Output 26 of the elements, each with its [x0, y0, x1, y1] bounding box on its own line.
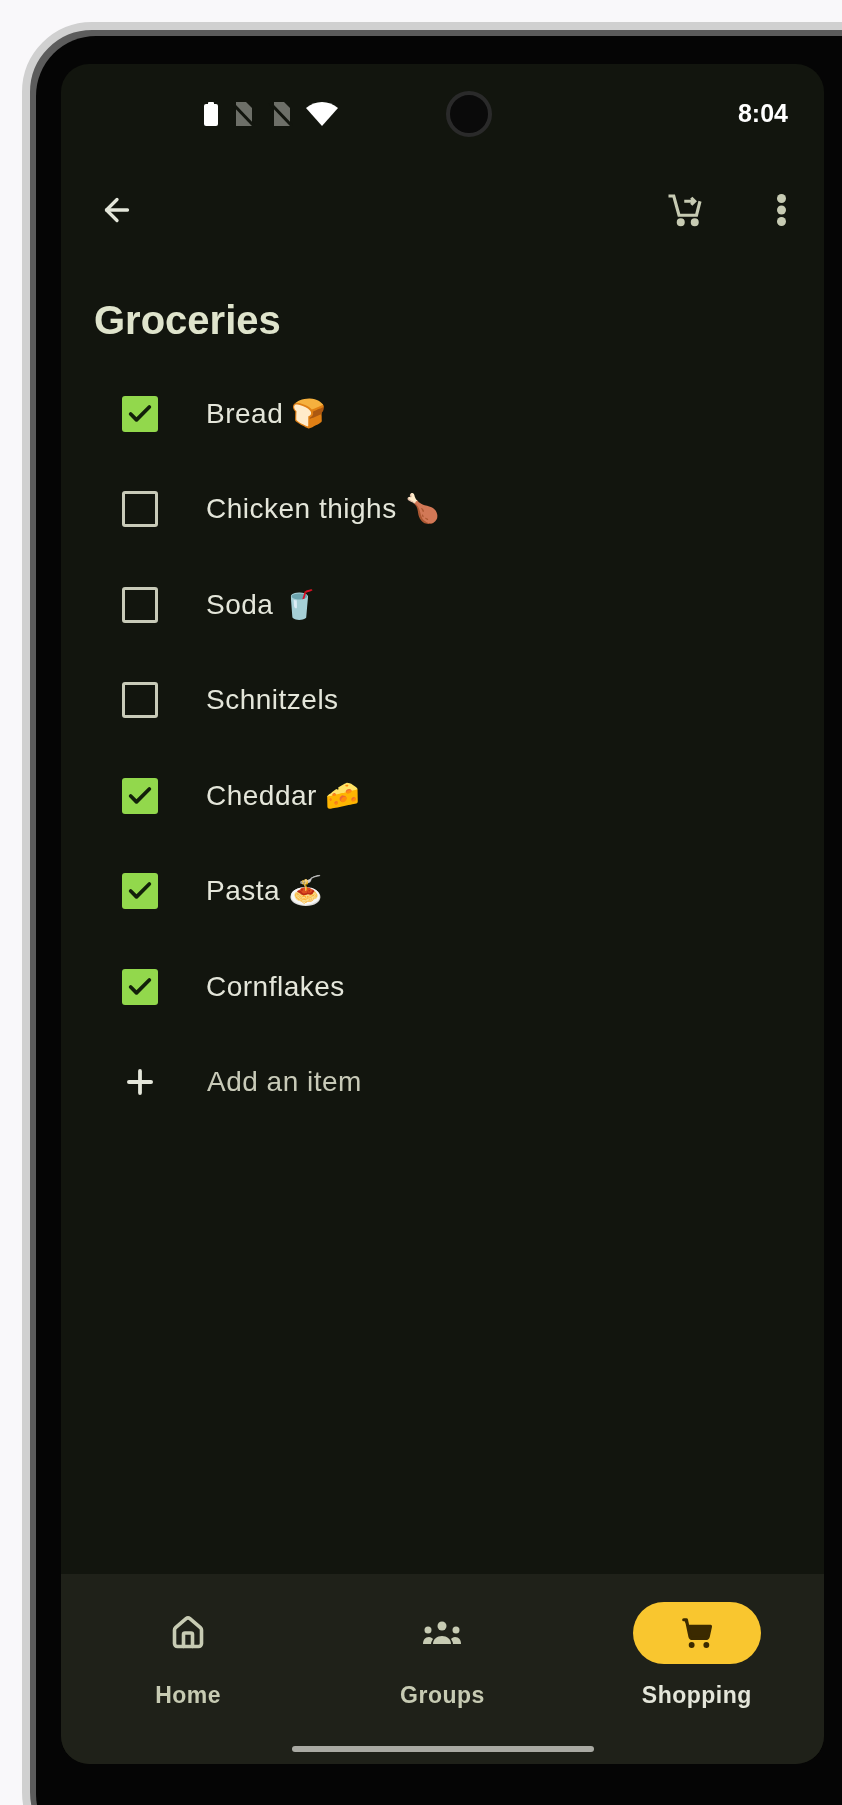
checkbox[interactable]: [122, 968, 158, 1005]
wifi-icon: [306, 102, 338, 126]
status-time: 8:04: [737, 98, 788, 130]
checkbox[interactable]: [122, 491, 158, 528]
item-label: Soda 🥤: [206, 587, 318, 622]
item-label: Bread 🍞: [206, 396, 327, 431]
groups-icon: [422, 1620, 463, 1646]
item-label: Schnitzels: [206, 683, 339, 718]
list-title: Groceries: [94, 297, 282, 344]
cart-icon: [680, 1617, 713, 1649]
nav-tab[interactable]: Groups: [315, 1574, 570, 1764]
checkbox[interactable]: [122, 586, 158, 623]
battery-icon: [204, 102, 218, 126]
checkbox[interactable]: [122, 682, 158, 719]
checkbox[interactable]: [122, 873, 158, 910]
checkbox[interactable]: [122, 777, 158, 814]
item-label: Chicken thighs 🍗: [206, 492, 441, 527]
nav-tab[interactable]: Shopping: [569, 1574, 824, 1764]
item-label: Cheddar 🧀: [206, 778, 361, 813]
item-label: Pasta 🍝: [206, 874, 324, 909]
add-item-button[interactable]: Add an item: [61, 1034, 824, 1130]
nav-tab[interactable]: Home: [61, 1574, 316, 1764]
item-label: Cornflakes: [206, 969, 345, 1004]
checkbox[interactable]: [122, 395, 158, 432]
more-icon: [777, 194, 786, 226]
camera-hole: [446, 91, 492, 137]
